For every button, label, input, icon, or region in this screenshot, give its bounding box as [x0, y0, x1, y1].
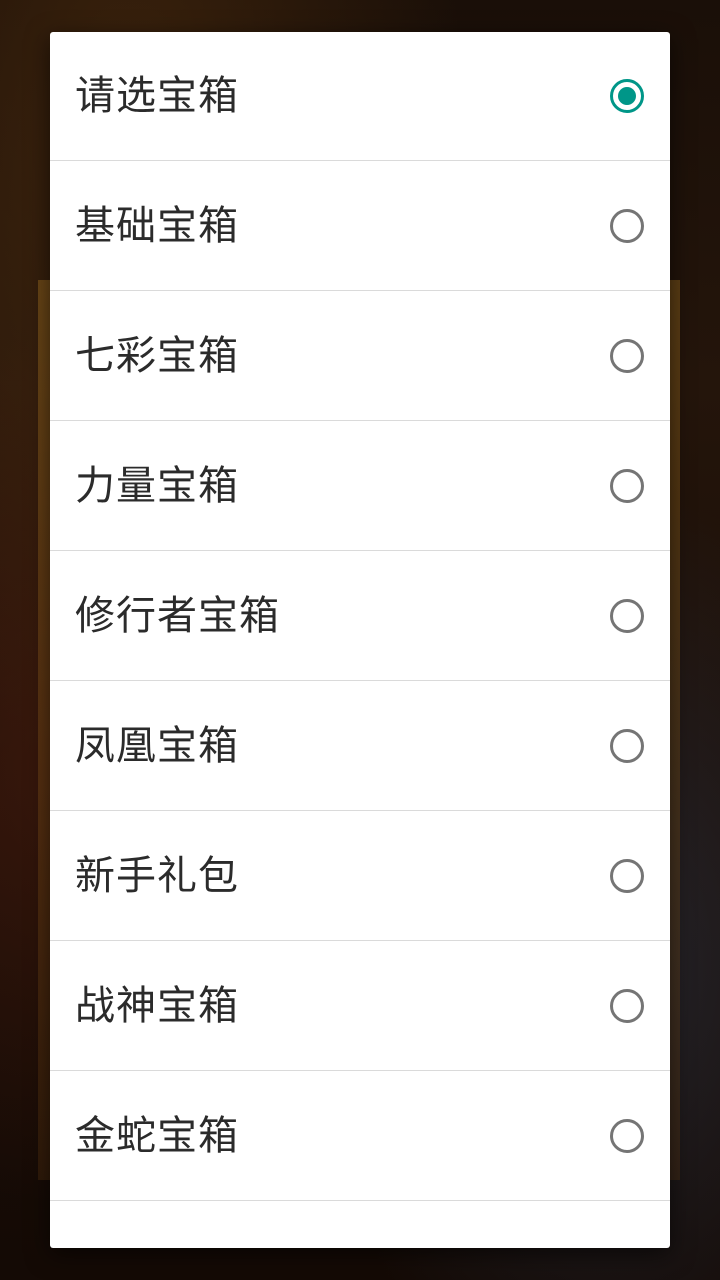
radio-button-icon[interactable] — [610, 728, 644, 763]
option-item[interactable]: 修行者宝箱 — [50, 551, 670, 681]
radio-button-icon[interactable] — [610, 988, 644, 1023]
option-label: 金蛇宝箱 — [75, 1112, 239, 1159]
option-label: 力量宝箱 — [75, 462, 239, 509]
radio-button-icon[interactable] — [610, 79, 644, 113]
option-item[interactable]: 新手礼包 — [50, 811, 670, 941]
radio-button-icon[interactable] — [610, 468, 644, 503]
option-label: 七彩宝箱 — [75, 332, 239, 379]
option-label: 修行者宝箱 — [75, 592, 280, 639]
option-label: 新手礼包 — [75, 852, 239, 899]
option-label: 战神宝箱 — [75, 982, 239, 1029]
radio-button-icon[interactable] — [610, 598, 644, 633]
option-label: 请选宝箱 — [75, 73, 239, 119]
radio-button-icon[interactable] — [610, 1118, 644, 1153]
option-item[interactable]: 金蛇宝箱 — [50, 1071, 670, 1201]
option-item[interactable]: 基础宝箱 — [50, 161, 670, 291]
radio-button-icon[interactable] — [610, 208, 644, 243]
option-item[interactable]: 请选宝箱 — [50, 32, 670, 161]
option-label: 基础宝箱 — [75, 202, 239, 249]
chest-option-list: 请选宝箱 基础宝箱 七彩宝箱 力量宝箱 修行者宝箱 凤凰宝箱 新手礼包 战神宝箱… — [50, 32, 670, 1201]
radio-button-icon[interactable] — [610, 858, 644, 893]
option-item[interactable]: 力量宝箱 — [50, 421, 670, 551]
option-item[interactable]: 凤凰宝箱 — [50, 681, 670, 811]
option-item[interactable]: 七彩宝箱 — [50, 291, 670, 421]
option-item[interactable]: 战神宝箱 — [50, 941, 670, 1071]
option-label: 凤凰宝箱 — [75, 722, 239, 769]
chest-select-dialog: 请选宝箱 基础宝箱 七彩宝箱 力量宝箱 修行者宝箱 凤凰宝箱 新手礼包 战神宝箱… — [50, 32, 670, 1248]
radio-button-icon[interactable] — [610, 338, 644, 373]
